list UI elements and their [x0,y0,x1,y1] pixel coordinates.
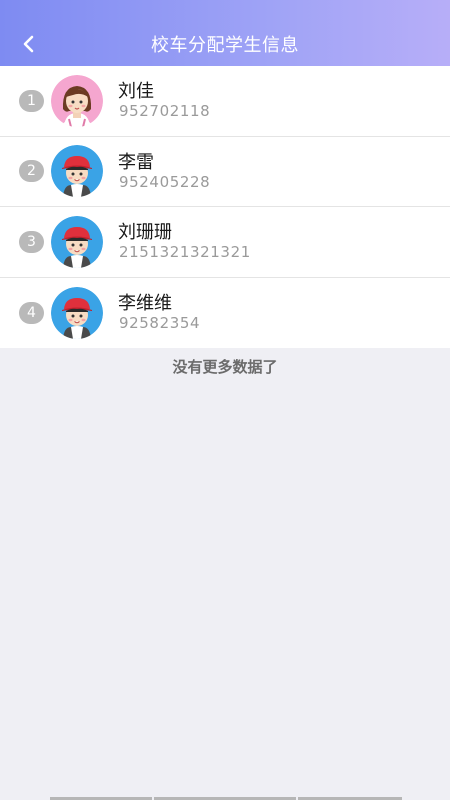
list-end-text: 没有更多数据了 [172,358,278,376]
student-phone: 92582354 [119,313,201,332]
index-badge: 2 [19,160,44,183]
index-badge: 1 [19,89,44,112]
student-name: 李雷 [118,151,154,173]
navigation-bar: 校车分配学生信息 [0,0,450,66]
student-phone: 952405228 [119,172,211,191]
student-phone: 952702118 [119,102,211,120]
student-row[interactable]: 4 李维维 92582354 [0,278,450,349]
student-row[interactable]: 2 李雷 952405228 [0,137,450,207]
index-badge: 3 [19,230,44,253]
boy-avatar-icon [51,145,103,198]
boy-avatar-icon [51,286,103,339]
student-row[interactable]: 3 刘珊珊 2151321321321 [0,207,450,278]
student-phone: 2151321321321 [119,243,251,261]
index-badge: 4 [19,301,44,324]
student-name: 刘珊珊 [118,222,172,243]
girl-avatar-icon [51,74,103,127]
page-title: 校车分配学生信息 [151,35,299,56]
student-list: 1 刘佳 952702118 2 李雷 952405228 3 刘珊珊 2151… [0,66,450,348]
student-row[interactable]: 1 刘佳 952702118 [0,66,450,137]
student-name: 刘佳 [118,81,154,102]
student-name: 李维维 [118,292,172,314]
boy-avatar-icon [51,215,103,268]
